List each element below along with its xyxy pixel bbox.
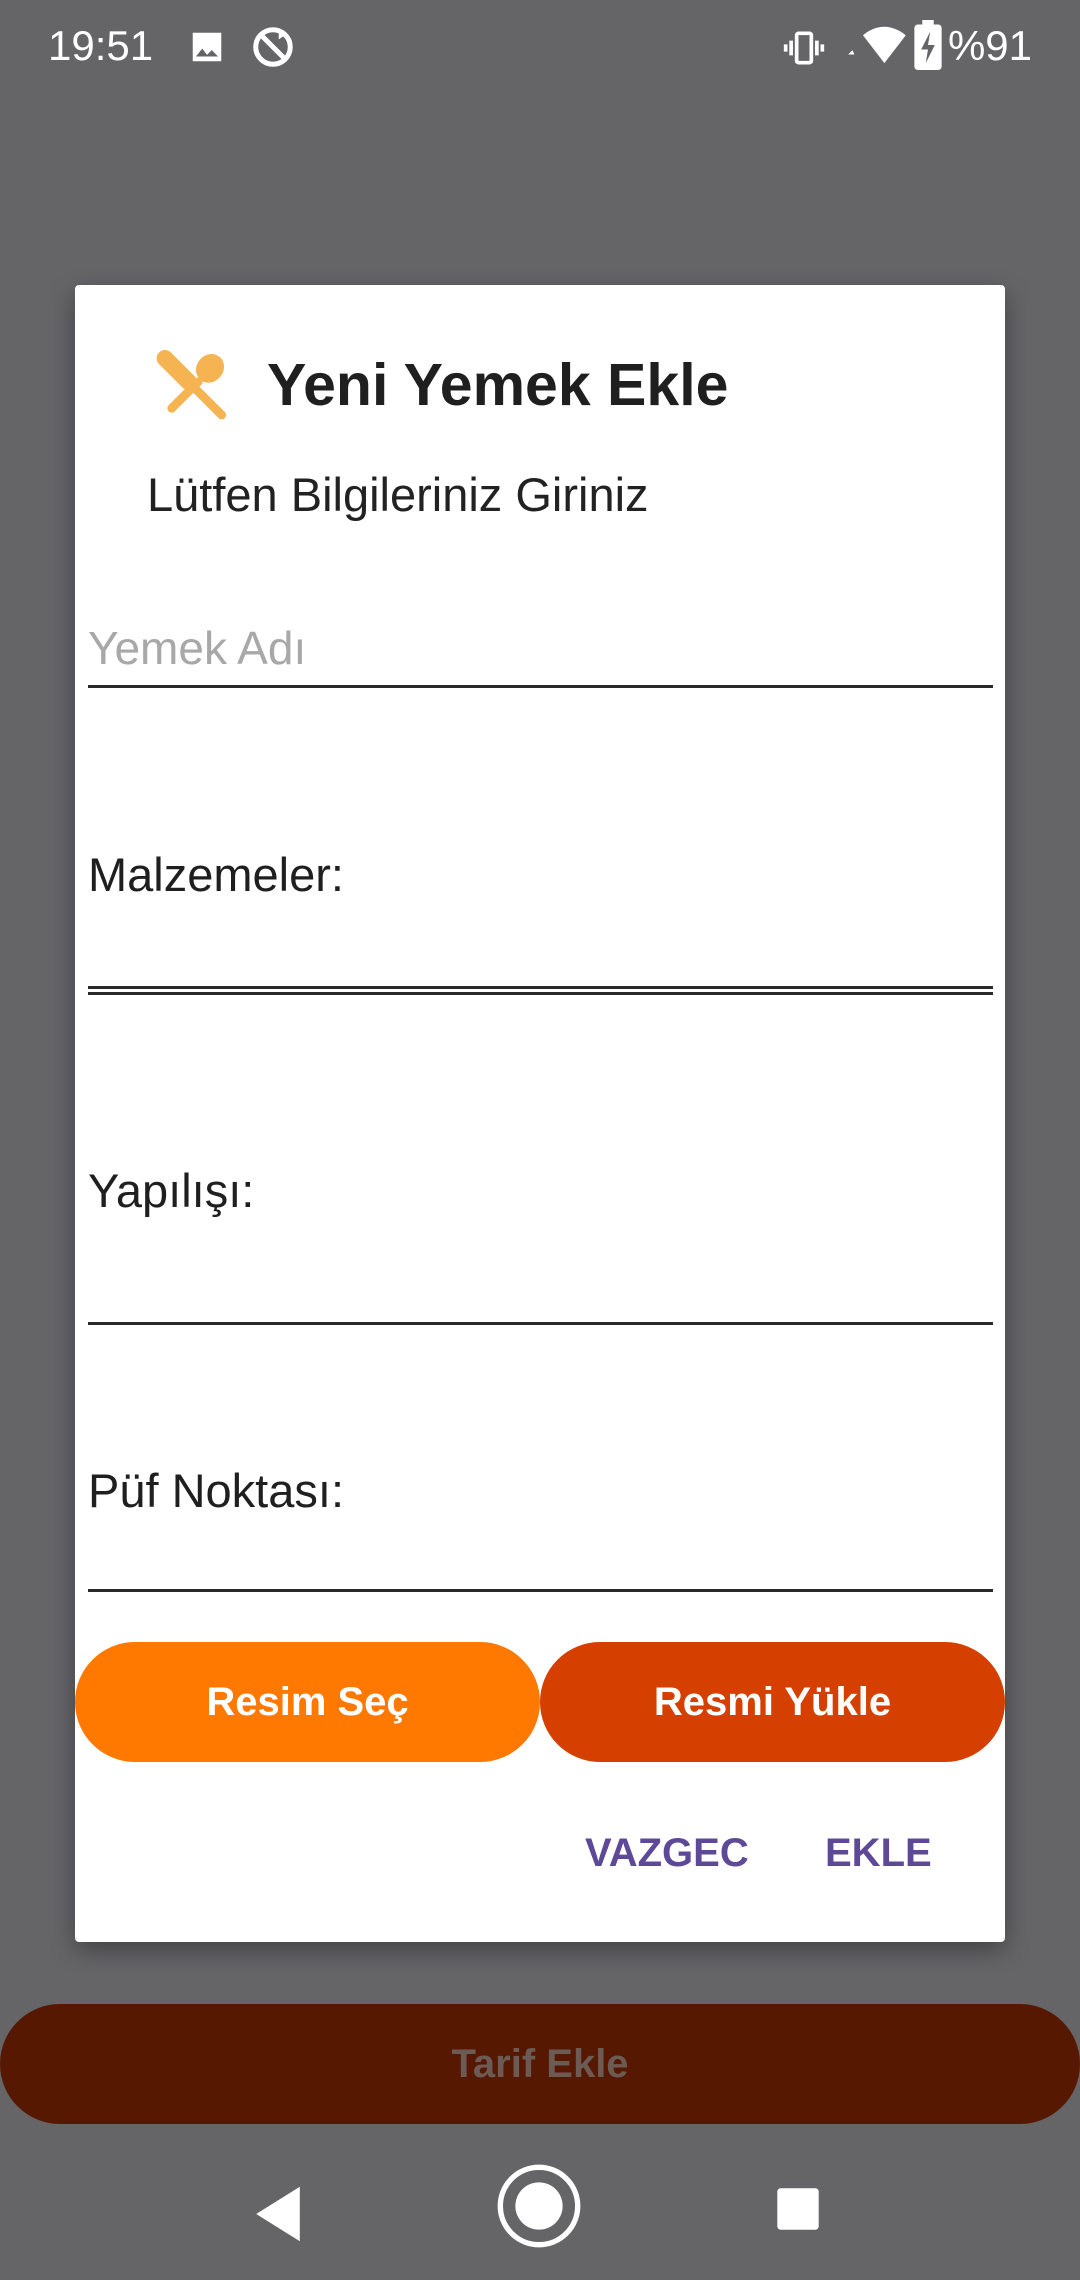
preparation-field[interactable]: Yapılışı:: [88, 1161, 993, 1325]
image-icon: [192, 32, 222, 62]
fork-spoon-icon: [156, 350, 227, 420]
tips-field[interactable]: Püf Noktası:: [88, 1461, 993, 1592]
dialog-subtitle: Lütfen Bilgileriniz Giriniz: [147, 468, 649, 521]
ingredients-field[interactable]: Malzemeler:: [88, 845, 993, 995]
preparation-label: Yapılışı:: [88, 1164, 255, 1217]
add-button[interactable]: EKLE: [825, 1828, 932, 1878]
select-image-button[interactable]: Resim Seç: [75, 1642, 540, 1762]
tips-label: Püf Noktası:: [88, 1464, 344, 1517]
status-bar: 19:51 %91: [0, 0, 1080, 96]
ingredients-label: Malzemeler:: [88, 848, 344, 901]
add-recipe-button: Tarif Ekle: [0, 2004, 1080, 2124]
dish-name-input[interactable]: [88, 621, 993, 675]
battery-percentage: %91: [947, 22, 1032, 69]
back-icon[interactable]: [250, 2184, 306, 2244]
recents-icon[interactable]: [775, 2186, 821, 2232]
add-dish-dialog: Yeni Yemek Ekle Lütfen Bilgileriniz Giri…: [75, 285, 1005, 1942]
status-time: 19:51: [48, 22, 154, 69]
vibrate-icon: [783, 31, 825, 65]
dialog-title: Yeni Yemek Ekle: [267, 352, 729, 418]
dish-name-input-wrapper[interactable]: [88, 605, 993, 688]
home-icon[interactable]: [496, 2163, 582, 2249]
upload-image-button[interactable]: Resmi Yükle: [540, 1642, 1005, 1762]
battery-charging-icon: [914, 20, 942, 70]
navigation-bar: [0, 2144, 1080, 2280]
wifi-icon: [848, 26, 906, 64]
cancel-button[interactable]: VAZGEC: [585, 1828, 749, 1878]
sync-disabled-icon: [253, 27, 293, 67]
